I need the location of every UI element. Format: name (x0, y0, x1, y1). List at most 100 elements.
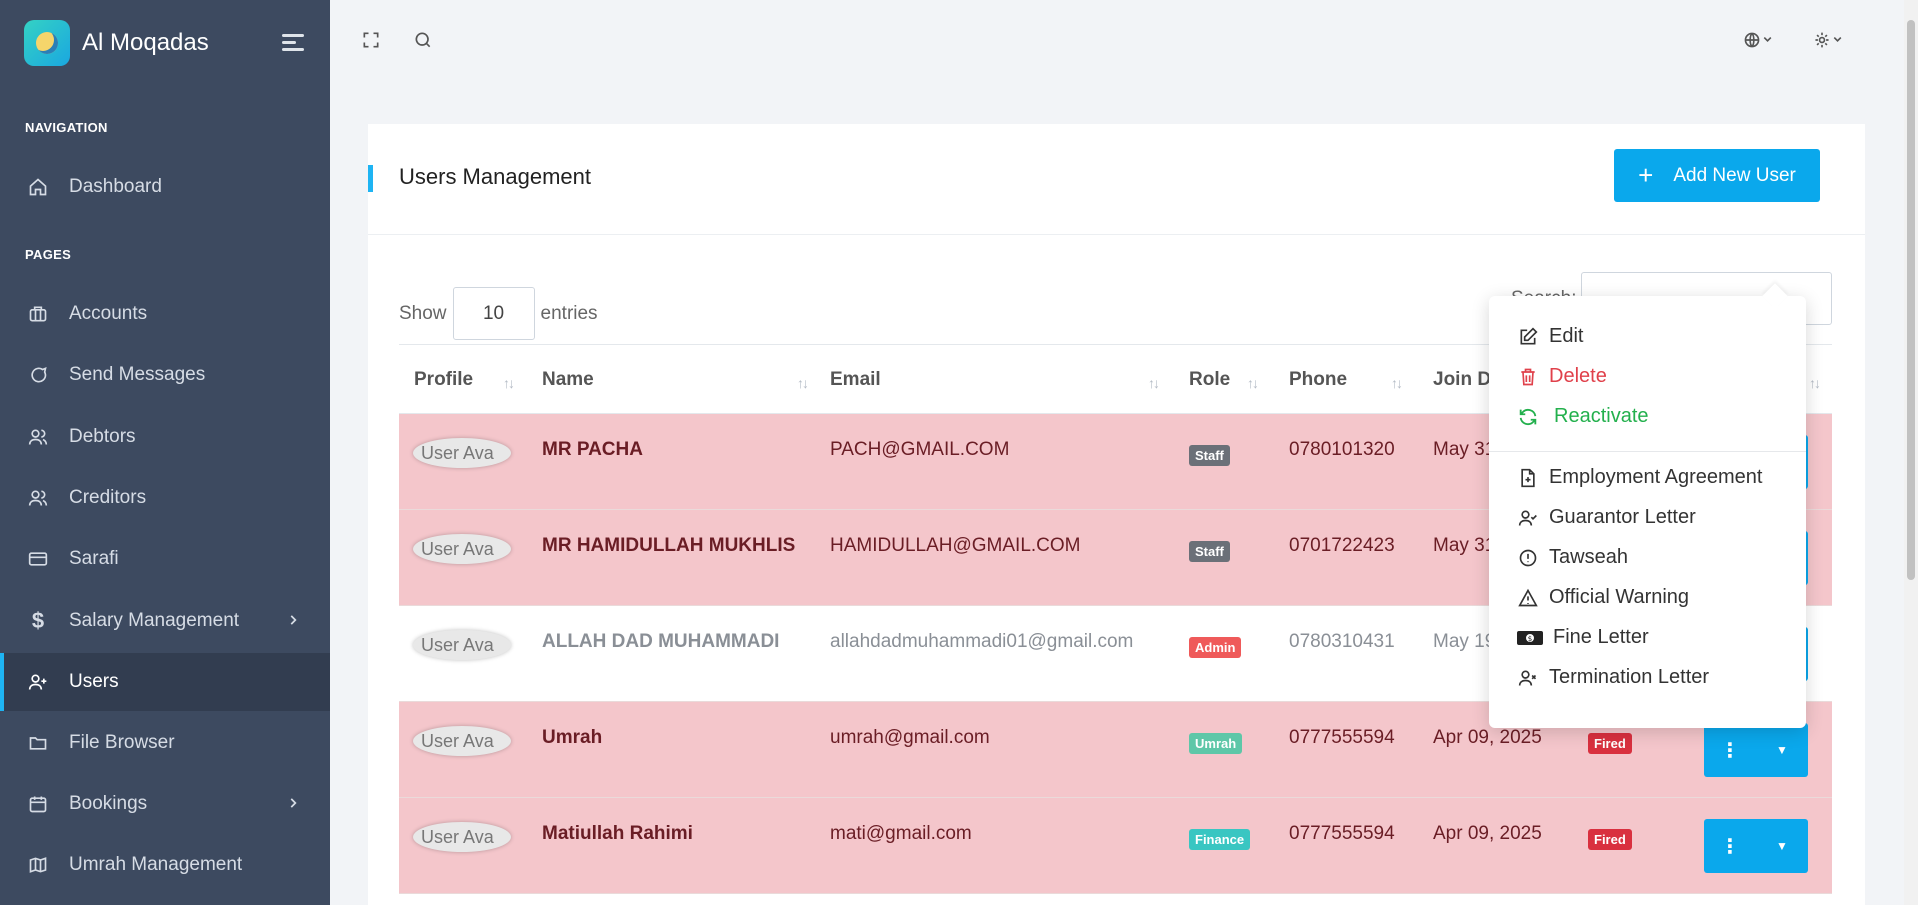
user-email: mati@gmail.com (830, 823, 972, 844)
card-icon (27, 548, 49, 570)
sidebar-item-send-messages[interactable]: Send Messages (0, 346, 330, 404)
user-email: umrah@gmail.com (830, 727, 990, 748)
sort-icon[interactable]: ↑↓ (503, 375, 515, 391)
sidebar-item-sarafi[interactable]: Sarafi (0, 530, 330, 588)
sidebar-item-label: Users (69, 671, 119, 692)
language-icon[interactable] (1743, 30, 1779, 55)
warning-triangle-icon (1517, 587, 1539, 609)
entries-select[interactable]: 10 (452, 287, 535, 340)
user-email: allahdadmuhammadi01@gmail.com (830, 631, 1134, 652)
sidebar-item-bookings[interactable]: Bookings (0, 775, 330, 833)
actions-dropdown: Edit Delete Reactivate Employment Agreem… (1489, 296, 1806, 728)
user-plus-icon (27, 671, 49, 693)
app-logo (24, 20, 70, 66)
menu-item-employment-agreement[interactable]: Employment Agreement (1517, 466, 1762, 489)
chevron-right-icon (286, 612, 300, 634)
user-phone: 0701722423 (1289, 535, 1395, 556)
menu-item-label: Official Warning (1549, 586, 1690, 608)
banknote-icon: $ (1517, 627, 1543, 649)
sort-icon[interactable]: ↑↓ (797, 375, 809, 391)
user-check-icon (1517, 507, 1539, 529)
trash-icon (1517, 366, 1539, 388)
join-date: Apr 09, 2025 (1433, 727, 1542, 748)
sort-icon[interactable]: ↑↓ (1148, 375, 1160, 391)
add-user-button[interactable]: + Add New User (1614, 149, 1820, 202)
search-icon[interactable] (413, 30, 433, 55)
col-phone[interactable]: Phone (1289, 369, 1347, 391)
menu-toggle-icon[interactable] (282, 34, 304, 55)
menu-item-tawseah[interactable]: Tawseah (1517, 546, 1628, 569)
sidebar-item-dashboard[interactable]: Dashboard (0, 158, 330, 216)
sidebar-item-label: Accounts (69, 303, 148, 324)
show-label: Show (399, 302, 447, 324)
sidebar-item-file-browser[interactable]: File Browser (0, 714, 330, 772)
col-email[interactable]: Email (830, 369, 881, 391)
more-vertical-icon[interactable]: ⋮ (1704, 738, 1756, 763)
role-badge: Umrah (1189, 733, 1243, 754)
message-icon (27, 364, 49, 386)
scrollbar-thumb[interactable] (1907, 20, 1915, 580)
brand[interactable]: Al Moqadas (24, 20, 209, 66)
role-badge: Finance (1189, 829, 1251, 850)
sort-icon[interactable]: ↑↓ (1391, 375, 1403, 391)
user-email: HAMIDULLAH@GMAIL.COM (830, 535, 1081, 556)
file-plus-icon (1517, 467, 1539, 489)
users-icon (27, 487, 49, 509)
sidebar-item-salary-management[interactable]: $ Salary Management (0, 592, 330, 650)
actions-button[interactable]: ⋮ ▼ (1704, 819, 1808, 873)
title-accent (368, 165, 373, 192)
menu-item-fine-letter[interactable]: $ Fine Letter (1517, 626, 1649, 649)
add-user-label: Add New User (1673, 164, 1796, 186)
scrollbar[interactable] (1904, 0, 1918, 905)
sidebar-item-label: Dashboard (69, 176, 162, 197)
join-date: Apr 09, 2025 (1433, 823, 1542, 844)
menu-item-delete[interactable]: Delete (1517, 365, 1607, 388)
user-name: ALLAH DAD MUHAMMADI (542, 631, 780, 652)
sidebar-item-label: Umrah Management (69, 854, 243, 875)
user-x-icon (1517, 667, 1539, 689)
menu-item-label: Reactivate (1554, 405, 1649, 427)
menu-item-reactivate[interactable]: Reactivate (1517, 405, 1649, 428)
col-role[interactable]: Role (1189, 369, 1230, 391)
join-date: May 19 (1433, 631, 1496, 652)
role-badge: Staff (1189, 541, 1230, 562)
fullscreen-icon[interactable] (361, 30, 381, 55)
edit-icon (1517, 326, 1539, 348)
settings-icon[interactable] (1813, 30, 1849, 55)
actions-button[interactable]: ⋮ ▼ (1704, 723, 1808, 777)
pages-section-label: PAGES (25, 247, 72, 262)
sidebar-item-users[interactable]: Users (0, 653, 330, 711)
sidebar-item-accounts[interactable]: Accounts (0, 285, 330, 343)
page-title: Users Management (399, 164, 591, 189)
menu-item-edit[interactable]: Edit (1517, 325, 1583, 348)
briefcase-icon (27, 303, 49, 325)
sidebar-item-creditors[interactable]: Creditors (0, 469, 330, 527)
caret-down-icon[interactable]: ▼ (1756, 743, 1808, 757)
sort-icon[interactable]: ↑↓ (1809, 375, 1821, 391)
chevron-right-icon (286, 795, 300, 817)
avatar: User Ava (413, 534, 511, 564)
home-icon (27, 176, 49, 198)
sidebar: Al Moqadas NAVIGATION Dashboard PAGES Ac… (0, 0, 330, 905)
refresh-icon (1517, 406, 1539, 428)
menu-item-termination-letter[interactable]: Termination Letter (1517, 666, 1709, 689)
caret-down-icon[interactable]: ▼ (1756, 839, 1808, 853)
sidebar-item-label: Creditors (69, 487, 147, 508)
more-vertical-icon[interactable]: ⋮ (1704, 834, 1756, 859)
menu-item-official-warning[interactable]: Official Warning (1517, 586, 1689, 609)
col-profile[interactable]: Profile (414, 369, 473, 391)
card-header: Users Management + Add New User (368, 124, 1865, 235)
sidebar-item-debtors[interactable]: Debtors (0, 408, 330, 466)
user-phone: 0780310431 (1289, 631, 1395, 652)
sort-icon[interactable]: ↑↓ (1247, 375, 1259, 391)
menu-item-label: Termination Letter (1549, 666, 1710, 688)
sidebar-item-umrah-management[interactable]: Umrah Management (0, 836, 330, 894)
menu-item-label: Fine Letter (1553, 626, 1649, 648)
menu-divider (1489, 451, 1806, 452)
app-name: Al Moqadas (82, 29, 209, 56)
entries-control: Show 10 entries (399, 287, 598, 340)
menu-item-label: Employment Agreement (1549, 466, 1763, 488)
menu-item-label: Edit (1549, 325, 1584, 347)
col-name[interactable]: Name (542, 369, 594, 391)
menu-item-guarantor-letter[interactable]: Guarantor Letter (1517, 506, 1696, 529)
